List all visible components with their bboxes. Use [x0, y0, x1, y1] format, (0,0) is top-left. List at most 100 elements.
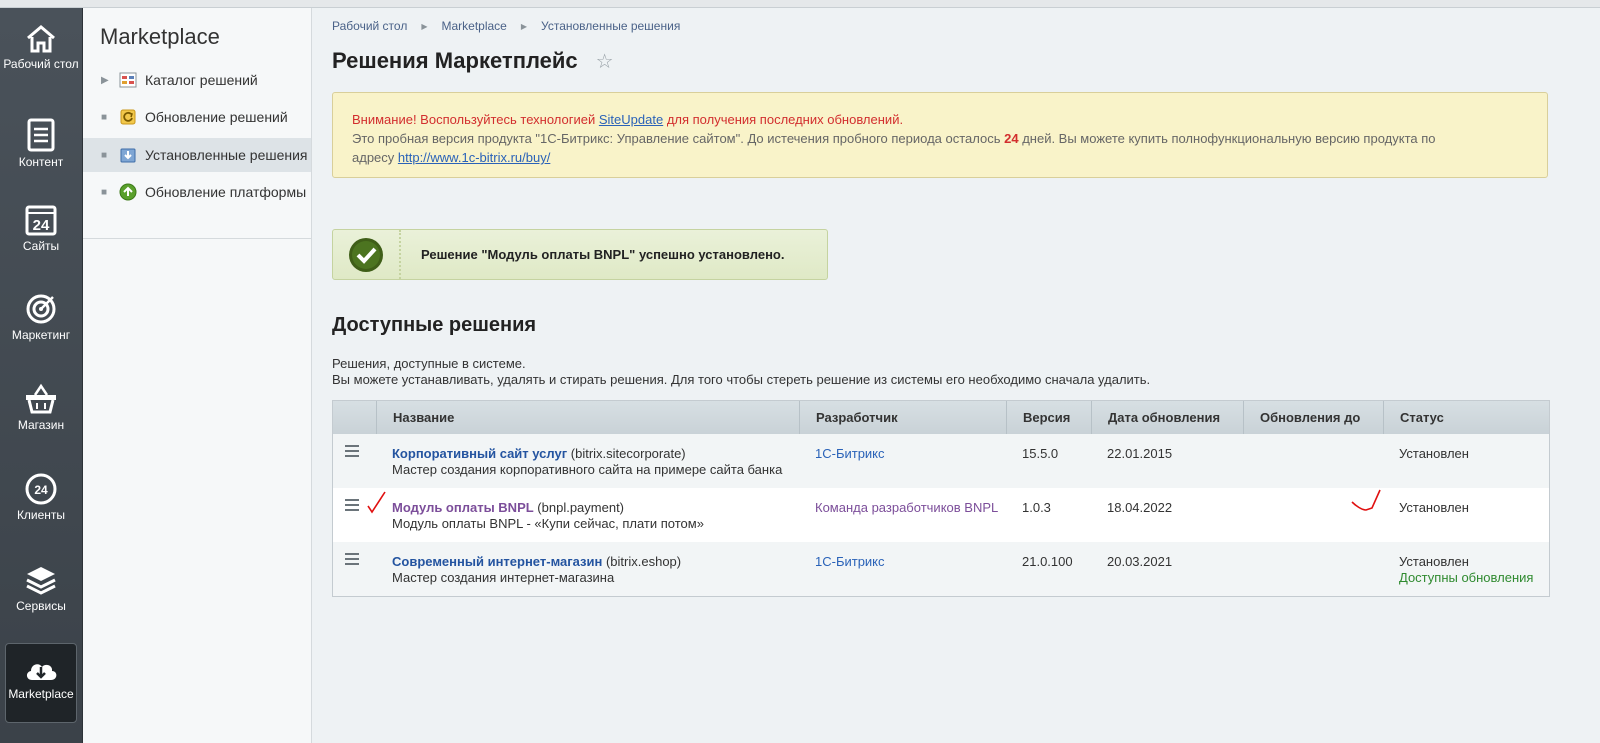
nav-item-label: Контент — [18, 155, 64, 169]
nav-item-services[interactable]: Сервисы — [0, 564, 82, 652]
nav-item-label: Магазин — [17, 418, 65, 432]
table-row: Модуль оплаты BNPL (bnpl.payment) Модуль … — [333, 488, 1549, 542]
header-updates-until[interactable]: Обновления до — [1243, 401, 1383, 434]
header-developer[interactable]: Разработчик — [799, 401, 1006, 434]
solution-desc: Мастер создания интернет-магазина — [392, 570, 615, 585]
left-nav: Рабочий стол Контент 24 Сайты Маркетинг … — [0, 8, 83, 743]
header-version[interactable]: Версия — [1006, 401, 1091, 434]
target-icon — [26, 294, 56, 324]
header-status[interactable]: Статус — [1383, 401, 1549, 434]
nav-item-label: Клиенты — [16, 508, 66, 522]
updates-until-cell — [1243, 488, 1383, 542]
solution-code: (bitrix.eshop) — [602, 554, 682, 569]
breadcrumb-marketplace[interactable]: Marketplace — [441, 19, 506, 33]
subnav-item-label: Каталог решений — [145, 72, 258, 88]
solution-desc: Мастер создания корпоративного сайта на … — [392, 462, 783, 477]
trial-text-1: Это пробная версия продукта "1С-Битрикс:… — [352, 131, 1005, 146]
subnav-item-update-solutions[interactable]: ■ Обновление решений — [83, 100, 311, 134]
status-text: Установлен — [1399, 554, 1469, 569]
warning-text-1: Внимание! Воспользуйтесь технологией — [352, 112, 599, 127]
nav-item-marketplace[interactable]: Marketplace — [5, 643, 77, 723]
trial-warning: Внимание! Воспользуйтесь технологией Sit… — [332, 92, 1548, 178]
document-icon — [27, 118, 55, 152]
updates-available-link[interactable]: Доступны обновления — [1399, 570, 1533, 585]
buy-link[interactable]: http://www.1c-bitrix.ru/buy/ — [398, 150, 550, 165]
table-row: Современный интернет-магазин (bitrix.esh… — [333, 542, 1549, 596]
expand-arrow-icon[interactable]: ▶ — [101, 75, 117, 86]
status-text: Установлен — [1399, 500, 1469, 515]
developer-link[interactable]: 1С-Битрикс — [815, 554, 885, 569]
breadcrumb-installed[interactable]: Установленные решения — [541, 19, 680, 33]
date-cell: 20.03.2021 — [1107, 554, 1173, 569]
warning-text-2: для получения последних обновлений. — [663, 112, 904, 127]
nav-item-clients[interactable]: 24 Клиенты — [0, 473, 82, 561]
row-menu-icon[interactable] — [345, 553, 359, 565]
subnav-item-installed[interactable]: ■ Установленные решения — [83, 138, 311, 172]
developer-link[interactable]: 1С-Битрикс — [815, 446, 885, 461]
subnav-item-catalog[interactable]: ▶ Каталог решений — [83, 63, 311, 97]
layers-icon — [26, 567, 56, 595]
header-name[interactable]: Название — [376, 401, 799, 434]
status-text: Установлен — [1399, 446, 1469, 461]
trial-text-2: дней. Вы можете купить полнофункциональн… — [1018, 131, 1436, 146]
solution-name-link[interactable]: Современный интернет-магазин — [392, 554, 602, 569]
nav-item-marketing[interactable]: Маркетинг — [0, 293, 82, 381]
nav-item-shop[interactable]: Магазин — [0, 383, 82, 471]
date-cell: 18.04.2022 — [1107, 500, 1173, 515]
version-cell: 21.0.100 — [1022, 554, 1073, 569]
trial-days: 24 — [1004, 131, 1019, 146]
nav-item-content[interactable]: Контент — [0, 118, 82, 206]
nav-item-label: Рабочий стол — [3, 57, 79, 71]
section-title: Доступные решения — [332, 314, 537, 336]
solution-code: (bitrix.sitecorporate) — [567, 446, 686, 461]
solution-name-link[interactable]: Модуль оплаты BNPL — [392, 500, 534, 515]
calendar-24-icon: 24 — [25, 205, 57, 236]
breadcrumb-desktop[interactable]: Рабочий стол — [332, 19, 407, 33]
update-solutions-icon — [120, 109, 136, 125]
page-title: Решения Маркетплейс — [332, 48, 578, 73]
breadcrumb-arrow-icon: ▶ — [520, 21, 528, 31]
home-icon — [27, 25, 55, 53]
nav-item-sites[interactable]: 24 Сайты — [0, 204, 82, 292]
platform-update-icon — [119, 183, 137, 201]
row-menu-icon[interactable] — [345, 445, 359, 457]
main-content: Рабочий стол ▶ Marketplace ▶ Установленн… — [312, 8, 1600, 743]
success-message: Решение "Модуль оплаты BNPL" успешно уст… — [421, 247, 785, 262]
success-check-icon — [333, 230, 401, 279]
basket-icon — [26, 383, 56, 414]
top-border — [0, 0, 1600, 8]
subnav-item-label: Обновление платформы — [145, 184, 307, 200]
section-description: Решения, доступные в системе. Вы можете … — [332, 356, 1150, 388]
success-notice: Решение "Модуль оплаты BNPL" успешно уст… — [332, 229, 828, 280]
favorite-star-icon[interactable]: ☆ — [596, 49, 614, 74]
header-actions — [333, 401, 376, 434]
header-date[interactable]: Дата обновления — [1091, 401, 1243, 434]
subnav-item-label: Обновление решений — [145, 109, 288, 125]
solution-code: (bnpl.payment) — [533, 500, 625, 515]
version-cell: 15.5.0 — [1022, 446, 1059, 461]
solution-desc: Модуль оплаты BNPL - «Купи сейчас, плати… — [392, 516, 704, 531]
table-row: Корпоративный сайт услуг (bitrix.sitecor… — [333, 434, 1549, 488]
section-desc-line-1: Решения, доступные в системе. — [332, 356, 526, 371]
siteupdate-link[interactable]: SiteUpdate — [599, 112, 663, 127]
solution-name-link[interactable]: Корпоративный сайт услуг — [392, 446, 567, 461]
cloud-download-icon — [26, 664, 57, 680]
section-desc-line-2: Вы можете устанавливать, удалять и стира… — [332, 372, 1151, 387]
date-cell: 22.01.2015 — [1107, 446, 1173, 461]
subnav-item-platform-update[interactable]: ■ Обновление платформы — [83, 175, 311, 209]
updates-until-cell — [1243, 542, 1383, 596]
trial-text-3: адресу — [352, 150, 398, 165]
developer-link[interactable]: Команда разработчиков BNPL — [815, 500, 998, 515]
bullet-icon: ■ — [101, 111, 108, 123]
subnav-divider — [83, 238, 311, 239]
nav-item-label: Marketplace — [8, 687, 74, 701]
bullet-icon: ■ — [101, 149, 108, 161]
row-menu-icon[interactable] — [345, 499, 359, 511]
updates-until-cell — [1243, 434, 1383, 488]
page-title-row: Решения Маркетплейс ☆ — [332, 48, 614, 74]
catalog-icon — [119, 72, 137, 88]
subnav-title: Marketplace — [100, 24, 220, 49]
breadcrumb-arrow-icon: ▶ — [421, 21, 428, 31]
table-header: Название Разработчик Версия Дата обновле… — [333, 401, 1549, 434]
nav-item-desktop[interactable]: Рабочий стол — [0, 24, 82, 112]
